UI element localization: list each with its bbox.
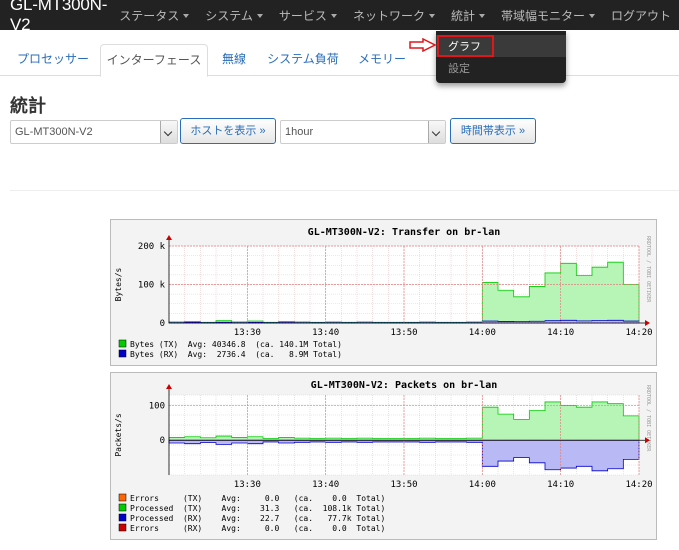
x-tick-label: 14:20 (625, 480, 652, 490)
x-tick-label: 13:50 (390, 480, 417, 490)
nav-item-1[interactable]: システム (197, 0, 271, 30)
caret-down-icon (330, 14, 337, 18)
y-tick-label: 200 k (138, 242, 166, 252)
x-tick-label: 13:50 (390, 328, 417, 338)
timespan-select[interactable]: 1hour (280, 120, 446, 144)
caret-down-icon (588, 14, 595, 18)
nav-item-0[interactable]: ステータス (111, 0, 197, 30)
nav-item-4[interactable]: 統計 (443, 0, 493, 30)
nav-item-5[interactable]: 帯域幅モニター (493, 0, 603, 30)
host-select[interactable]: GL-MT300N-V2 (10, 120, 178, 144)
highlight-box (437, 35, 494, 57)
red-arrow-icon (409, 38, 437, 52)
show-timespan-button[interactable]: 時間帯表示 » (450, 118, 536, 144)
y-axis-label: Bytes/s (114, 267, 123, 301)
top-navbar: GL-MT300N-V2 ステータス システム サービス ネットワーク 統計 帯域幅モニタ… (0, 0, 679, 34)
tab-interface[interactable]: インターフェース (100, 44, 208, 77)
tab-system-load[interactable]: システム負荷 (260, 44, 346, 76)
tab-wireless[interactable]: 無線 (213, 44, 255, 76)
tab-bar: プロセッサー インターフェース 無線 システム負荷 メモリー (0, 44, 679, 77)
legend-entry: Errors (RX) Avg: 0.0 (ca. 0.0 Total) (130, 524, 385, 533)
show-host-button[interactable]: ホストを表示 » (180, 118, 276, 144)
page-title: 統計 (10, 96, 46, 116)
legend-swatch (118, 503, 127, 512)
legend-swatch (118, 339, 127, 348)
dropdown-item-settings[interactable]: 設定 (436, 57, 566, 79)
caret-down-icon (256, 14, 263, 18)
x-tick-label: 13:40 (312, 328, 339, 338)
chart-title: GL-MT300N-V2: Transfer on br-lan (308, 227, 501, 238)
legend-entry: Processed (RX) Avg: 22.7 (ca. 77.7k Tota… (130, 514, 385, 523)
tab-processor[interactable]: プロセッサー (10, 44, 96, 76)
x-tick-label: 14:20 (625, 328, 652, 338)
rrdtool-watermark: RRDTOOL / TOBI OETIKER (645, 236, 651, 303)
chevron-down-icon[interactable] (160, 121, 177, 143)
y-tick-label: 0 (160, 319, 165, 329)
transfer-chart: GL-MT300N-V2: Transfer on br-lan Bytes/s R… (114, 227, 653, 359)
host-select-value: GL-MT300N-V2 (15, 126, 93, 138)
legend-swatch (118, 513, 127, 522)
x-tick-label: 13:40 (312, 480, 339, 490)
x-axis-arrow-icon (645, 320, 650, 326)
nav-menu: ステータス システム サービス ネットワーク 統計 帯域幅モニター ログアウト (111, 0, 679, 30)
nav-item-label: システム (205, 8, 253, 23)
caret-down-icon (428, 14, 435, 18)
timespan-select-value: 1hour (285, 126, 314, 138)
legend-entry: Bytes (RX) Avg: 2736.4 (ca. 8.9M Total) (130, 350, 342, 359)
chart-title: GL-MT300N-V2: Packets on br-lan (311, 380, 498, 391)
legend-swatch (118, 349, 127, 358)
x-tick-label: 14:00 (469, 328, 496, 338)
nav-item-6[interactable]: ログアウト (603, 0, 679, 30)
legend-entry: Processed (TX) Avg: 31.3 (ca. 108.1k Tot… (130, 504, 385, 513)
nav-item-label: 統計 (450, 8, 475, 23)
y-tick-label: 0 (160, 436, 165, 446)
x-tick-label: 13:30 (234, 480, 261, 490)
tab-memory[interactable]: メモリー (350, 44, 414, 76)
nav-item-label: 帯域幅モニター (500, 8, 585, 23)
legend-swatch (118, 523, 127, 532)
x-tick-label: 14:10 (547, 328, 574, 338)
y-tick-label: 100 k (138, 281, 166, 291)
nav-item-2[interactable]: サービス (271, 0, 345, 30)
transfer-graph: GL-MT300N-V2: Transfer on br-lan Bytes/s R… (110, 219, 657, 366)
legend-entry: Errors (TX) Avg: 0.0 (ca. 0.0 Total) (130, 494, 385, 503)
x-tick-label: 14:10 (547, 480, 574, 490)
chevron-down-icon[interactable] (428, 121, 445, 143)
x-tick-label: 13:30 (234, 328, 261, 338)
nav-item-label: ステータス (119, 8, 180, 23)
nav-item-3[interactable]: ネットワーク (345, 0, 443, 30)
x-tick-label: 14:00 (469, 480, 496, 490)
y-axis-arrow-icon (166, 235, 172, 240)
nav-item-label: サービス (278, 8, 327, 23)
brand-logo[interactable]: GL-MT300N-V2 (0, 0, 111, 35)
y-axis-label: Packets/s (114, 413, 123, 457)
y-axis-arrow-icon (166, 384, 172, 389)
divider (10, 190, 679, 191)
legend-entry: Bytes (TX) Avg: 40346.8 (ca. 140.1M Tota… (130, 340, 342, 349)
caret-down-icon (478, 14, 485, 18)
caret-down-icon (183, 14, 190, 18)
packets-chart: GL-MT300N-V2: Packets on br-lan Packets/s… (114, 380, 653, 533)
y-tick-label: 100 (149, 401, 165, 411)
nav-item-label: ログアウト (610, 8, 671, 23)
nav-item-label: ネットワーク (352, 8, 425, 23)
packets-graph: GL-MT300N-V2: Packets on br-lan Packets/s… (110, 372, 657, 540)
legend-swatch (118, 493, 127, 502)
